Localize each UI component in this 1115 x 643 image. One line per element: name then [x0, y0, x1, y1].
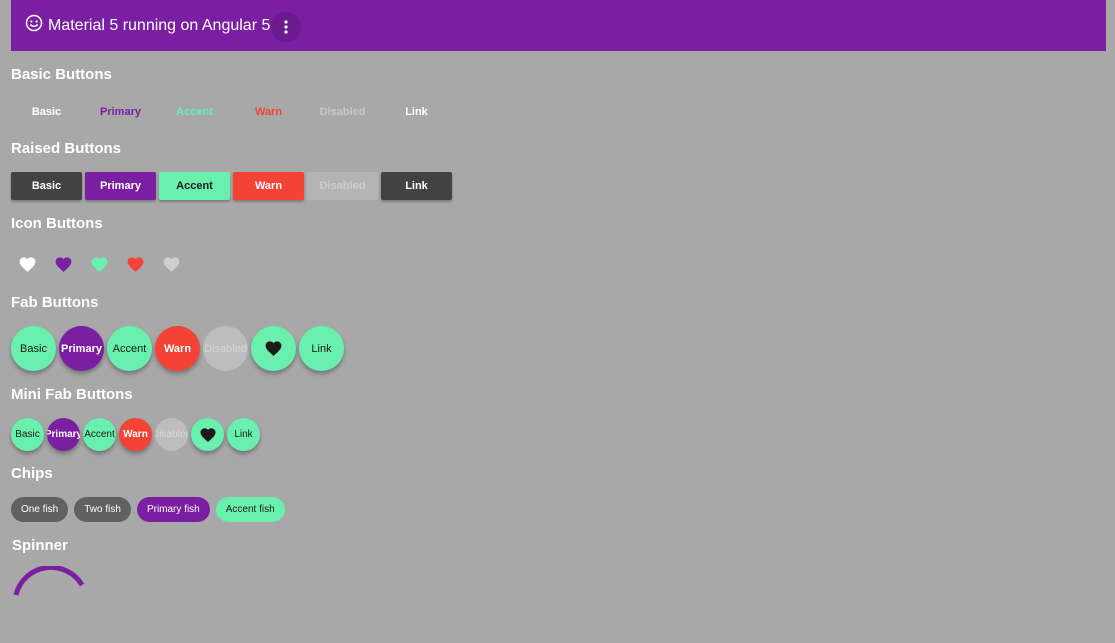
fab-label: Accent: [112, 342, 147, 355]
mini-fab-label: Link: [234, 429, 253, 440]
basic-buttons-row: Basic Primary Accent Warn Disabled Link: [11, 98, 455, 126]
heart-icon: [19, 257, 36, 272]
heart-icon: [163, 257, 180, 272]
section-heading-chips: Chips: [11, 465, 53, 482]
mini-fab-label: Accent: [84, 429, 115, 440]
app-toolbar: Material 5 running on Angular 5: [11, 0, 1106, 51]
fab-accent-button[interactable]: Accent: [107, 326, 152, 371]
heart-icon: [265, 341, 282, 356]
raised-button-accent[interactable]: Accent: [159, 172, 230, 200]
section-heading-mini-fab: Mini Fab Buttons: [11, 386, 133, 403]
mini-fab-label: Warn: [123, 429, 148, 440]
section-heading-fab: Fab Buttons: [11, 294, 99, 311]
section-heading-spinner: Spinner: [12, 537, 68, 554]
heart-icon: [91, 257, 108, 272]
mini-fab-label: Primary: [47, 429, 80, 440]
section-heading-basic: Basic Buttons: [11, 66, 112, 83]
heart-icon: [127, 257, 144, 272]
raised-button-disabled[interactable]: Disabled: [307, 172, 378, 200]
basic-button-disabled[interactable]: Disabled: [307, 98, 378, 126]
raised-button-link[interactable]: Link: [381, 172, 452, 200]
mini-fab-link-button[interactable]: Link: [227, 418, 260, 451]
toolbar-title: Material 5 running on Angular 5: [48, 16, 271, 34]
raised-button-warn[interactable]: Warn: [233, 172, 304, 200]
progress-spinner: [13, 566, 85, 596]
chip-primary-fish[interactable]: Primary fish: [136, 497, 210, 522]
raised-button-basic[interactable]: Basic: [11, 172, 82, 200]
section-heading-raised: Raised Buttons: [11, 140, 122, 157]
chip-one-fish[interactable]: One fish: [11, 497, 69, 522]
fab-warn-button[interactable]: Warn: [155, 326, 200, 371]
heart-icon: [55, 257, 72, 272]
more-vert-icon: [284, 19, 288, 34]
fab-disabled-button[interactable]: Disabled: [203, 326, 248, 371]
basic-button-primary[interactable]: Primary: [85, 98, 156, 126]
chip-two-fish[interactable]: Two fish: [74, 497, 131, 522]
mini-fab-basic-button[interactable]: Basic: [11, 418, 44, 451]
fab-label: Basic: [20, 342, 47, 355]
mini-fab-disabled-button[interactable]: Disabled: [155, 418, 188, 451]
section-heading-icon: Icon Buttons: [11, 215, 103, 232]
mini-fab-primary-button[interactable]: Primary: [47, 418, 80, 451]
fab-link-button[interactable]: Link: [299, 326, 344, 371]
chip-list: One fish Two fish Primary fish Accent fish: [11, 497, 291, 522]
icon-button-3[interactable]: [83, 248, 116, 281]
icon-button-1[interactable]: [11, 248, 44, 281]
fab-label: Warn: [163, 342, 192, 355]
mini-fab-warn-button[interactable]: Warn: [119, 418, 152, 451]
raised-buttons-row: Basic Primary Accent Warn Disabled Link: [11, 172, 455, 200]
mini-fab-accent-button[interactable]: Accent: [83, 418, 116, 451]
fab-basic-button[interactable]: Basic: [11, 326, 56, 371]
fab-label: Link: [311, 342, 332, 355]
fab-heart-button[interactable]: [251, 326, 296, 371]
fab-label: Disabled: [204, 342, 247, 355]
more-menu-button[interactable]: [271, 11, 302, 42]
basic-button-link[interactable]: Link: [381, 98, 452, 126]
basic-button-warn[interactable]: Warn: [233, 98, 304, 126]
basic-button-accent[interactable]: Accent: [159, 98, 230, 126]
icon-button-5[interactable]: [155, 248, 188, 281]
fab-buttons-row: Basic Primary Accent Warn Disabled Link: [11, 326, 347, 371]
heart-icon: [200, 427, 215, 442]
mini-fab-label: Basic: [15, 429, 40, 440]
fab-label: Primary: [61, 342, 102, 355]
icon-button-4[interactable]: [119, 248, 152, 281]
basic-button-basic[interactable]: Basic: [11, 98, 82, 126]
icon-button-2[interactable]: [47, 248, 80, 281]
fab-primary-button[interactable]: Primary: [59, 326, 104, 371]
raised-button-primary[interactable]: Primary: [85, 172, 156, 200]
mini-fab-label: Disabled: [155, 429, 188, 440]
smile-icon: [25, 14, 43, 31]
mini-fab-heart-button[interactable]: [191, 418, 224, 451]
mini-fab-buttons-row: Basic Primary Accent Warn Disabled Link: [11, 418, 263, 451]
icon-buttons-row: [11, 248, 191, 281]
chip-accent-fish[interactable]: Accent fish: [215, 497, 285, 522]
